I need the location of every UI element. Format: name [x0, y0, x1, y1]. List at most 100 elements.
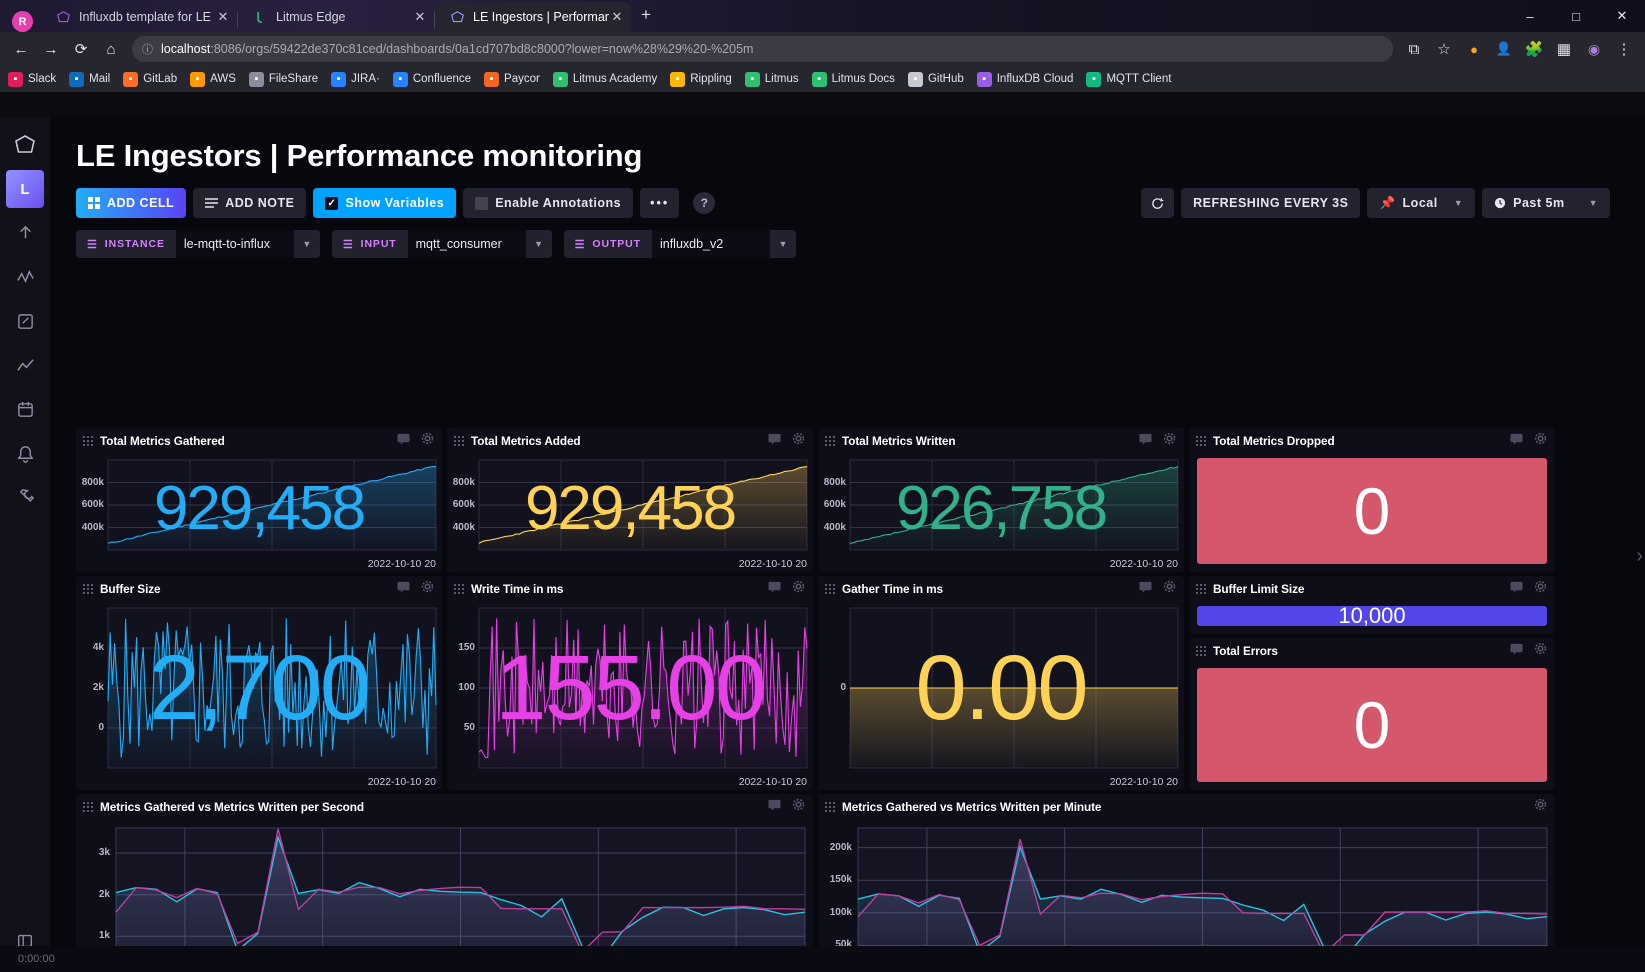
- share-icon[interactable]: ⧉: [1399, 35, 1429, 63]
- home-icon[interactable]: ⌂: [96, 35, 126, 63]
- sidebar-item-notebooks[interactable]: [6, 302, 44, 340]
- close-icon[interactable]: ✕: [215, 9, 231, 25]
- bookmark-item[interactable]: ▪Confluence: [393, 72, 471, 87]
- extension-orange-icon[interactable]: ●: [1459, 35, 1489, 63]
- help-icon[interactable]: ?: [693, 192, 715, 214]
- bookmark-item[interactable]: ▪AWS: [190, 72, 236, 87]
- note-icon[interactable]: [397, 432, 410, 450]
- drag-handle-icon[interactable]: [82, 583, 94, 595]
- more-options-button[interactable]: •••: [640, 188, 679, 218]
- sidebar-item-influx-logo[interactable]: [6, 126, 44, 164]
- add-cell-button[interactable]: ADD CELL: [76, 188, 186, 218]
- bookmark-item[interactable]: ▪Rippling: [670, 72, 732, 87]
- gear-icon[interactable]: [792, 432, 805, 450]
- bookmark-item[interactable]: ▪Litmus: [745, 72, 799, 87]
- bookmark-item[interactable]: ▪GitLab: [123, 72, 177, 87]
- note-icon[interactable]: [768, 580, 781, 598]
- drag-handle-icon[interactable]: [1195, 645, 1207, 657]
- drag-handle-icon[interactable]: [824, 583, 836, 595]
- show-variables-toggle[interactable]: ✓ Show Variables: [313, 188, 456, 218]
- drag-handle-icon[interactable]: [82, 801, 94, 813]
- panel-expand-icon[interactable]: ›: [1636, 545, 1643, 568]
- sidepanel-icon[interactable]: ▦: [1549, 35, 1579, 63]
- chevron-down-icon[interactable]: ▼: [294, 230, 320, 258]
- bookmark-item[interactable]: ▪JIRA·: [331, 72, 380, 87]
- sidebar-item-alerts[interactable]: [6, 434, 44, 472]
- browser-tab-1[interactable]: Litmus Edge ✕: [238, 2, 434, 32]
- note-icon[interactable]: [768, 798, 781, 816]
- y-axis-tick: 600k: [818, 499, 846, 510]
- timezone-selector[interactable]: 📌 Local ▼: [1367, 188, 1475, 218]
- drag-handle-icon[interactable]: [824, 801, 836, 813]
- refresh-rate-button[interactable]: REFRESHING EVERY 3S: [1181, 188, 1360, 218]
- sidebar-item-load-data[interactable]: [6, 214, 44, 252]
- browser-tab-0[interactable]: Influxdb template for LE Data Ing ✕: [41, 2, 237, 32]
- menu-icon[interactable]: ⋮: [1609, 35, 1639, 63]
- page-title: LE Ingestors | Performance monitoring: [50, 118, 1645, 174]
- close-icon[interactable]: ✕: [412, 9, 428, 25]
- variable-value[interactable]: le-mqtt-to-influx: [176, 230, 294, 258]
- note-icon[interactable]: [1510, 432, 1523, 450]
- note-icon[interactable]: [397, 580, 410, 598]
- gear-icon[interactable]: [792, 580, 805, 598]
- chevron-down-icon[interactable]: ▼: [526, 230, 552, 258]
- drag-handle-icon[interactable]: [453, 583, 465, 595]
- gear-icon[interactable]: [421, 580, 434, 598]
- gear-icon[interactable]: [1163, 432, 1176, 450]
- gear-icon[interactable]: [1534, 798, 1547, 816]
- refresh-button[interactable]: [1141, 188, 1174, 218]
- gear-icon[interactable]: [1534, 642, 1547, 660]
- bookmark-item[interactable]: ▪FileShare: [249, 72, 318, 87]
- variable-value[interactable]: influxdb_v2: [652, 230, 770, 258]
- close-icon[interactable]: ✕: [609, 9, 625, 25]
- chevron-down-icon[interactable]: ▼: [770, 230, 796, 258]
- gear-icon[interactable]: [421, 432, 434, 450]
- star-icon[interactable]: ☆: [1429, 35, 1459, 63]
- variable-value[interactable]: mqtt_consumer: [408, 230, 526, 258]
- minimize-icon[interactable]: –: [1507, 0, 1553, 32]
- drag-handle-icon[interactable]: [82, 435, 94, 447]
- sidebar-item-tasks[interactable]: [6, 390, 44, 428]
- back-icon[interactable]: ←: [6, 35, 36, 63]
- close-window-icon[interactable]: ✕: [1599, 0, 1645, 32]
- time-range-selector[interactable]: Past 5m ▼: [1482, 188, 1610, 218]
- sidebar-item-settings[interactable]: [6, 478, 44, 516]
- profile-avatar[interactable]: R: [12, 11, 33, 32]
- maximize-icon[interactable]: □: [1553, 0, 1599, 32]
- bookmark-item[interactable]: ▪Paycor: [484, 72, 540, 87]
- bookmark-item[interactable]: ▪MQTT Client: [1086, 72, 1171, 87]
- reload-icon[interactable]: ⟳: [66, 35, 96, 63]
- note-icon[interactable]: [1510, 642, 1523, 660]
- sidebar-item-org[interactable]: L: [6, 170, 44, 208]
- gear-icon[interactable]: [792, 798, 805, 816]
- puzzle-icon[interactable]: 🧩: [1519, 35, 1549, 63]
- bookmark-item[interactable]: ▪Litmus Docs: [812, 72, 895, 87]
- gear-icon[interactable]: [1534, 432, 1547, 450]
- drag-handle-icon[interactable]: [1195, 435, 1207, 447]
- note-icon[interactable]: [768, 432, 781, 450]
- browser-tab-2[interactable]: LE Ingestors | Performance monit ✕: [435, 2, 631, 32]
- sidebar-item-explore[interactable]: [6, 258, 44, 296]
- drag-handle-icon[interactable]: [1195, 583, 1207, 595]
- drag-handle-icon[interactable]: [824, 435, 836, 447]
- bookmark-item[interactable]: ▪GitHub: [908, 72, 964, 87]
- drag-handle-icon[interactable]: [453, 435, 465, 447]
- enable-annotations-toggle[interactable]: Enable Annotations: [463, 188, 633, 218]
- add-note-button[interactable]: ADD NOTE: [193, 188, 306, 218]
- profile-icon[interactable]: ◉: [1579, 35, 1609, 63]
- bookmark-item[interactable]: ▪Litmus Academy: [553, 72, 657, 87]
- note-icon[interactable]: [1510, 580, 1523, 598]
- gear-icon[interactable]: [1163, 580, 1176, 598]
- address-bar[interactable]: ⓘ localhost :8086/orgs/59422de370c81ced/…: [132, 36, 1393, 62]
- sidebar-item-dashboards[interactable]: [6, 346, 44, 384]
- bookmark-item[interactable]: ▪InfluxDB Cloud: [977, 72, 1074, 87]
- note-icon[interactable]: [1139, 580, 1152, 598]
- note-icon[interactable]: [1139, 432, 1152, 450]
- bookmark-item[interactable]: ▪Slack: [8, 72, 56, 87]
- cell-body: 0: [1189, 454, 1555, 572]
- avatar-icon[interactable]: 👤: [1489, 35, 1519, 63]
- new-tab-button[interactable]: +: [641, 5, 651, 25]
- forward-icon[interactable]: →: [36, 35, 66, 63]
- gear-icon[interactable]: [1534, 580, 1547, 598]
- bookmark-item[interactable]: ▪Mail: [69, 72, 110, 87]
